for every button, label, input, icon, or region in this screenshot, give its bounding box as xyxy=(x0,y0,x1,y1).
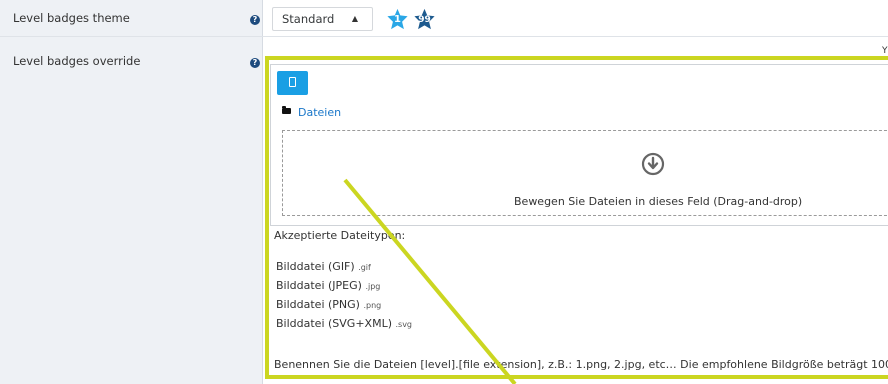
help-icon[interactable]: ? xyxy=(250,15,260,25)
accepted-types-title: Akzeptierte Dateitypen: xyxy=(274,229,406,242)
file-type-item: Bilddatei (PNG) .png xyxy=(276,298,382,311)
breadcrumb-dateien[interactable]: Dateien xyxy=(298,106,341,119)
folder-icon xyxy=(282,106,291,114)
theme-label: Level badges theme xyxy=(13,11,130,25)
select-arrow-icon: ▲ xyxy=(351,14,358,23)
badge-99-number: 99 xyxy=(418,15,431,25)
help-icon[interactable]: ? xyxy=(250,58,260,68)
file-type-item: Bilddatei (SVG+XML) .svg xyxy=(276,317,413,330)
file-icon xyxy=(289,77,296,87)
badge-level-1: 1 xyxy=(386,8,409,30)
naming-hint: Benennen Sie die Dateien [level].[file e… xyxy=(274,358,888,371)
file-type-item: Bilddatei (GIF) .gif xyxy=(276,260,371,273)
row-divider xyxy=(0,36,888,37)
cutoff-text: Y xyxy=(882,46,888,56)
theme-select-value: Standard xyxy=(282,12,335,26)
drop-hint: Bewegen Sie Dateien in dieses Feld (Drag… xyxy=(514,195,803,208)
badge-level-99: 99 xyxy=(413,8,436,30)
add-file-button[interactable] xyxy=(277,71,308,95)
theme-select[interactable]: Standard ▲ xyxy=(272,7,373,31)
arrow-circle-down-icon xyxy=(641,152,665,176)
badge-1-number: 1 xyxy=(394,14,401,25)
file-type-item: Bilddatei (JPEG) .jpg xyxy=(276,279,381,292)
override-label: Level badges override xyxy=(13,54,141,68)
